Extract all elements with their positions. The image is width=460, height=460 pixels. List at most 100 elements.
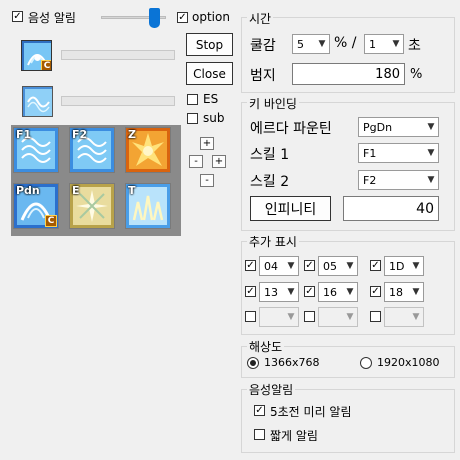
chevron-down-icon: ▼ bbox=[346, 261, 354, 271]
erda-fountain-icon: C bbox=[21, 40, 52, 71]
erda-progress-bar bbox=[61, 50, 175, 60]
chevron-down-icon: ▼ bbox=[287, 287, 295, 297]
skill-slot-e[interactable]: E bbox=[69, 183, 115, 229]
resolution-1366-label: 1366x768 bbox=[264, 356, 320, 369]
volume-slider-thumb[interactable] bbox=[149, 8, 160, 28]
skill-grid: F1 F2 Z Pdn C E T bbox=[11, 125, 181, 236]
cooldown-value: 5 bbox=[297, 37, 304, 51]
check-mark-icon: ✓ bbox=[13, 10, 22, 22]
extra-display-select[interactable]: 05 ▼ bbox=[318, 256, 358, 276]
check-mark-icon: ✓ bbox=[305, 259, 314, 271]
extra-display-group-title: 추가 표시 bbox=[247, 233, 299, 250]
extra-display-checkbox[interactable] bbox=[245, 311, 256, 322]
skill2-key-select[interactable]: F2 ▼ bbox=[358, 170, 439, 190]
erda-fountain-key-select[interactable]: PgDn ▼ bbox=[358, 117, 439, 137]
skill-hotkey-label: E bbox=[72, 184, 80, 197]
short-alert-label: 짧게 알림 bbox=[270, 429, 318, 443]
skill1-key-select[interactable]: F1 ▼ bbox=[358, 143, 439, 163]
width-unit-label: % bbox=[410, 67, 423, 82]
voice-alert-group-title: 음성알림 bbox=[247, 381, 296, 398]
chevron-down-icon: ▼ bbox=[412, 261, 420, 271]
radio-selected-dot bbox=[250, 360, 256, 366]
stop-button[interactable]: Stop bbox=[186, 33, 233, 56]
skill-slot-f1[interactable]: F1 bbox=[13, 127, 59, 173]
skill-slot-z[interactable]: Z bbox=[125, 127, 171, 173]
es-checkbox[interactable] bbox=[187, 94, 198, 105]
extra-display-select[interactable]: ▼ bbox=[259, 307, 299, 327]
extra-display-value: 04 bbox=[264, 259, 278, 273]
time-group-title: 시간 bbox=[247, 10, 274, 27]
skill-slot-t[interactable]: T bbox=[125, 183, 171, 229]
extra-display-select[interactable]: 1D ▼ bbox=[384, 256, 424, 276]
chevron-down-icon: ▼ bbox=[346, 287, 354, 297]
short-alert-checkbox[interactable] bbox=[254, 429, 265, 440]
extra-display-select[interactable]: 04 ▼ bbox=[259, 256, 299, 276]
check-mark-icon: ✓ bbox=[371, 259, 380, 271]
seconds-select[interactable]: 1 ▼ bbox=[364, 34, 404, 54]
extra-display-select[interactable]: ▼ bbox=[318, 307, 358, 327]
percent-slash-label: % / bbox=[334, 35, 357, 51]
seconds-unit-label: 초 bbox=[408, 38, 421, 54]
chevron-down-icon: ▼ bbox=[287, 261, 295, 271]
extra-display-select[interactable]: 13 ▼ bbox=[259, 282, 299, 302]
five-sec-alert-checkbox[interactable]: ✓ bbox=[254, 405, 265, 416]
extra-display-value: 13 bbox=[264, 285, 278, 299]
extra-display-value: 16 bbox=[323, 285, 337, 299]
seconds-value: 1 bbox=[369, 37, 376, 51]
skill2-key-value: F2 bbox=[363, 173, 377, 187]
extra-display-checkbox[interactable]: ✓ bbox=[245, 260, 256, 271]
width-input[interactable]: 180 bbox=[292, 63, 405, 85]
move-up-button[interactable]: + bbox=[200, 137, 214, 150]
chevron-down-icon: ▼ bbox=[392, 39, 400, 49]
sub-label: sub bbox=[203, 111, 225, 125]
move-down-button[interactable]: - bbox=[200, 174, 214, 187]
extra-display-checkbox[interactable] bbox=[304, 311, 315, 322]
five-sec-alert-label: 5초전 미리 알림 bbox=[270, 405, 352, 419]
resolution-1920-label: 1920x1080 bbox=[377, 356, 440, 369]
move-left-button[interactable]: - bbox=[189, 155, 203, 168]
skill2-label: 스킬 2 bbox=[250, 174, 290, 190]
option-checkbox[interactable]: ✓ bbox=[177, 12, 188, 23]
infinity-value-input[interactable]: 40 bbox=[343, 196, 439, 221]
voice-alert-checkbox[interactable]: ✓ bbox=[12, 11, 23, 22]
skill-slot-f2[interactable]: F2 bbox=[69, 127, 115, 173]
extra-display-checkbox[interactable]: ✓ bbox=[370, 260, 381, 271]
extra-display-value: 05 bbox=[323, 259, 337, 273]
extra-display-checkbox[interactable]: ✓ bbox=[245, 286, 256, 297]
resolution-1366-radio[interactable] bbox=[247, 357, 259, 369]
check-mark-icon: ✓ bbox=[255, 404, 264, 416]
keybinding-group-title: 키 바인딩 bbox=[247, 95, 299, 112]
check-mark-icon: ✓ bbox=[178, 11, 187, 23]
voice-alert-label: 음성 알림 bbox=[28, 11, 76, 25]
skill1-key-value: F1 bbox=[363, 146, 377, 160]
extra-display-checkbox[interactable]: ✓ bbox=[370, 286, 381, 297]
skill-slot-pdn[interactable]: Pdn C bbox=[13, 183, 59, 229]
chevron-down-icon: ▼ bbox=[287, 312, 295, 322]
extra-display-checkbox[interactable]: ✓ bbox=[304, 260, 315, 271]
skill-hotkey-label: F2 bbox=[72, 128, 88, 141]
close-button[interactable]: Close bbox=[186, 62, 233, 85]
extra-display-select[interactable]: 16 ▼ bbox=[318, 282, 358, 302]
extra-display-checkbox[interactable] bbox=[370, 311, 381, 322]
move-right-button[interactable]: + bbox=[212, 155, 226, 168]
extra-display-select[interactable]: ▼ bbox=[384, 307, 424, 327]
width-label: 범지 bbox=[250, 68, 276, 84]
extra-display-checkbox[interactable]: ✓ bbox=[304, 286, 315, 297]
skill-hotkey-label: Z bbox=[128, 128, 136, 141]
skill-progress-bar bbox=[61, 96, 175, 106]
resolution-group-title: 해상도 bbox=[247, 338, 285, 355]
cooldown-badge-icon: C bbox=[45, 215, 57, 227]
erda-fountain-label: 에르다 파운틴 bbox=[250, 121, 332, 137]
chevron-down-icon: ▼ bbox=[412, 312, 420, 322]
skill1-label: 스킬 1 bbox=[250, 147, 290, 163]
sub-checkbox[interactable] bbox=[187, 113, 198, 124]
chevron-down-icon: ▼ bbox=[412, 287, 420, 297]
check-mark-icon: ✓ bbox=[305, 285, 314, 297]
resolution-1920-radio[interactable] bbox=[360, 357, 372, 369]
volume-slider[interactable] bbox=[101, 8, 166, 28]
cooldown-select[interactable]: 5 ▼ bbox=[292, 34, 330, 54]
infinity-button[interactable]: 인피니티 bbox=[250, 196, 331, 221]
chevron-down-icon: ▼ bbox=[427, 148, 435, 158]
extra-display-select[interactable]: 18 ▼ bbox=[384, 282, 424, 302]
skill-hotkey-label: Pdn bbox=[16, 184, 40, 197]
